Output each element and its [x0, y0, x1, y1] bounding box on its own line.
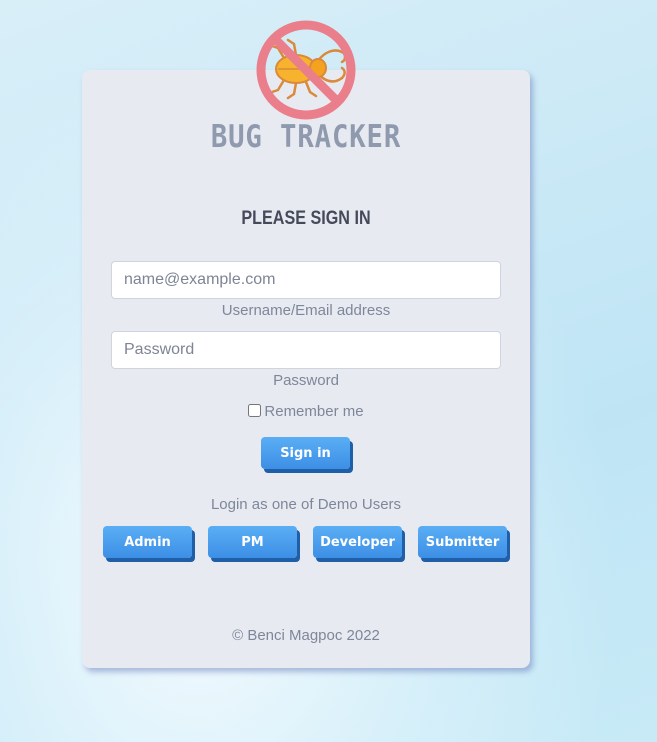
sign-in-heading: PLEASE SIGN IN: [241, 208, 371, 229]
copyright-text: © Benci Magpoc 2022: [232, 627, 380, 644]
demo-submitter-button[interactable]: Submitter: [418, 526, 507, 558]
demo-developer-button[interactable]: Developer: [313, 526, 402, 558]
password-label: Password: [273, 372, 339, 389]
demo-admin-button[interactable]: Admin: [103, 526, 192, 558]
demo-pm-button[interactable]: PM: [208, 526, 297, 558]
sign-in-button[interactable]: Sign in: [261, 437, 350, 469]
login-card: BUG TRACKER PLEASE SIGN IN Username/Emai…: [82, 70, 530, 668]
app-title: BUG TRACKER: [210, 119, 402, 155]
remember-me-checkbox[interactable]: [248, 404, 262, 417]
email-field[interactable]: [111, 261, 501, 299]
demo-users-heading: Login as one of Demo Users: [210, 496, 402, 513]
email-label: Username/Email address: [221, 302, 391, 319]
password-field[interactable]: [111, 331, 501, 369]
remember-me-label: Remember me: [264, 403, 364, 420]
no-bugs-icon: [256, 20, 356, 120]
remember-me: Remember me: [82, 403, 530, 420]
